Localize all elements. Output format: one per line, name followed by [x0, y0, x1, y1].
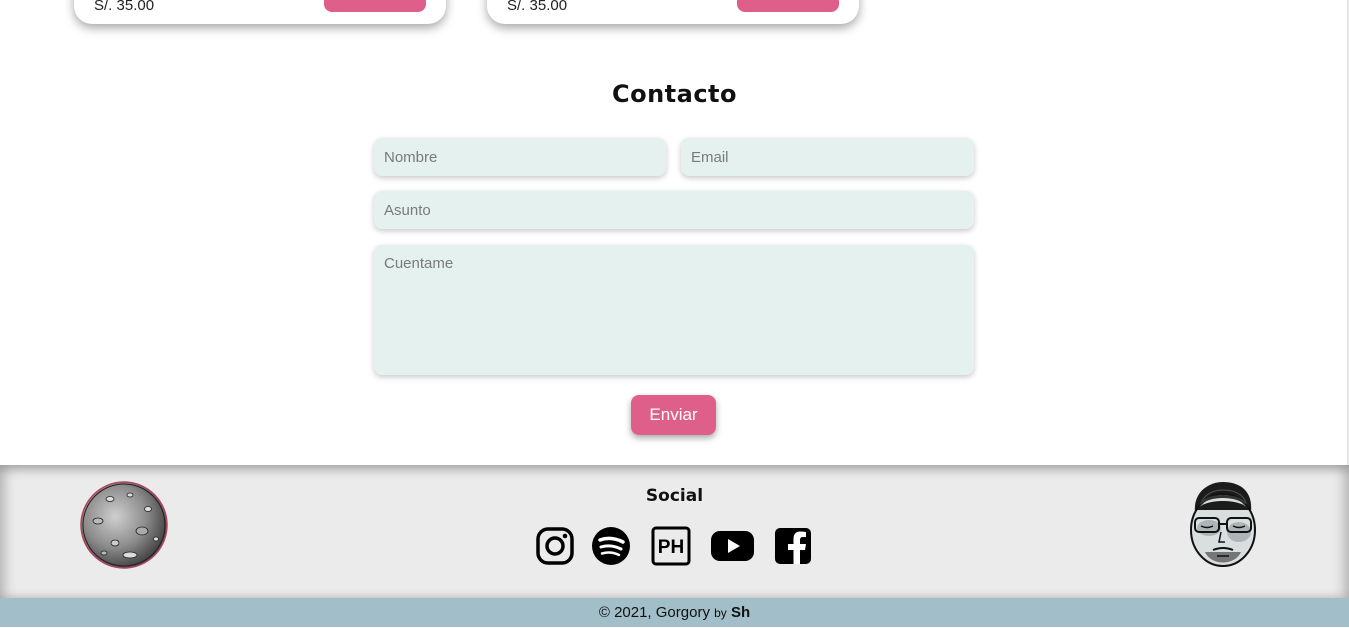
name-field[interactable]: [374, 138, 666, 176]
instagram-icon[interactable]: [535, 526, 575, 566]
contact-title: Contacto: [611, 80, 738, 108]
svg-text:PH: PH: [658, 537, 684, 558]
buy-button[interactable]: [324, 0, 426, 12]
copyright-text: © 2021, Gorgory: [598, 604, 710, 621]
product-card: S/. 35.00: [74, 0, 446, 24]
copyright-by: by: [714, 606, 727, 620]
product-price: S/. 35.00: [94, 0, 155, 14]
email-field[interactable]: [681, 138, 974, 176]
product-price: S/. 35.00: [507, 0, 568, 14]
send-button[interactable]: Enviar: [631, 395, 716, 435]
message-field[interactable]: [374, 245, 974, 375]
spotify-icon[interactable]: [591, 526, 631, 566]
buy-button[interactable]: [737, 0, 839, 12]
product-card: S/. 35.00: [487, 0, 859, 24]
producthunt-icon[interactable]: PH: [651, 526, 691, 566]
copyright-bar: © 2021, Gorgory by Sh: [0, 598, 1349, 627]
avatar: [1190, 482, 1256, 567]
subject-field[interactable]: [374, 191, 974, 229]
social-title: Social: [645, 486, 704, 506]
author-link[interactable]: Sh: [731, 604, 750, 621]
facebook-icon[interactable]: [773, 526, 813, 566]
youtube-icon[interactable]: [710, 526, 755, 566]
